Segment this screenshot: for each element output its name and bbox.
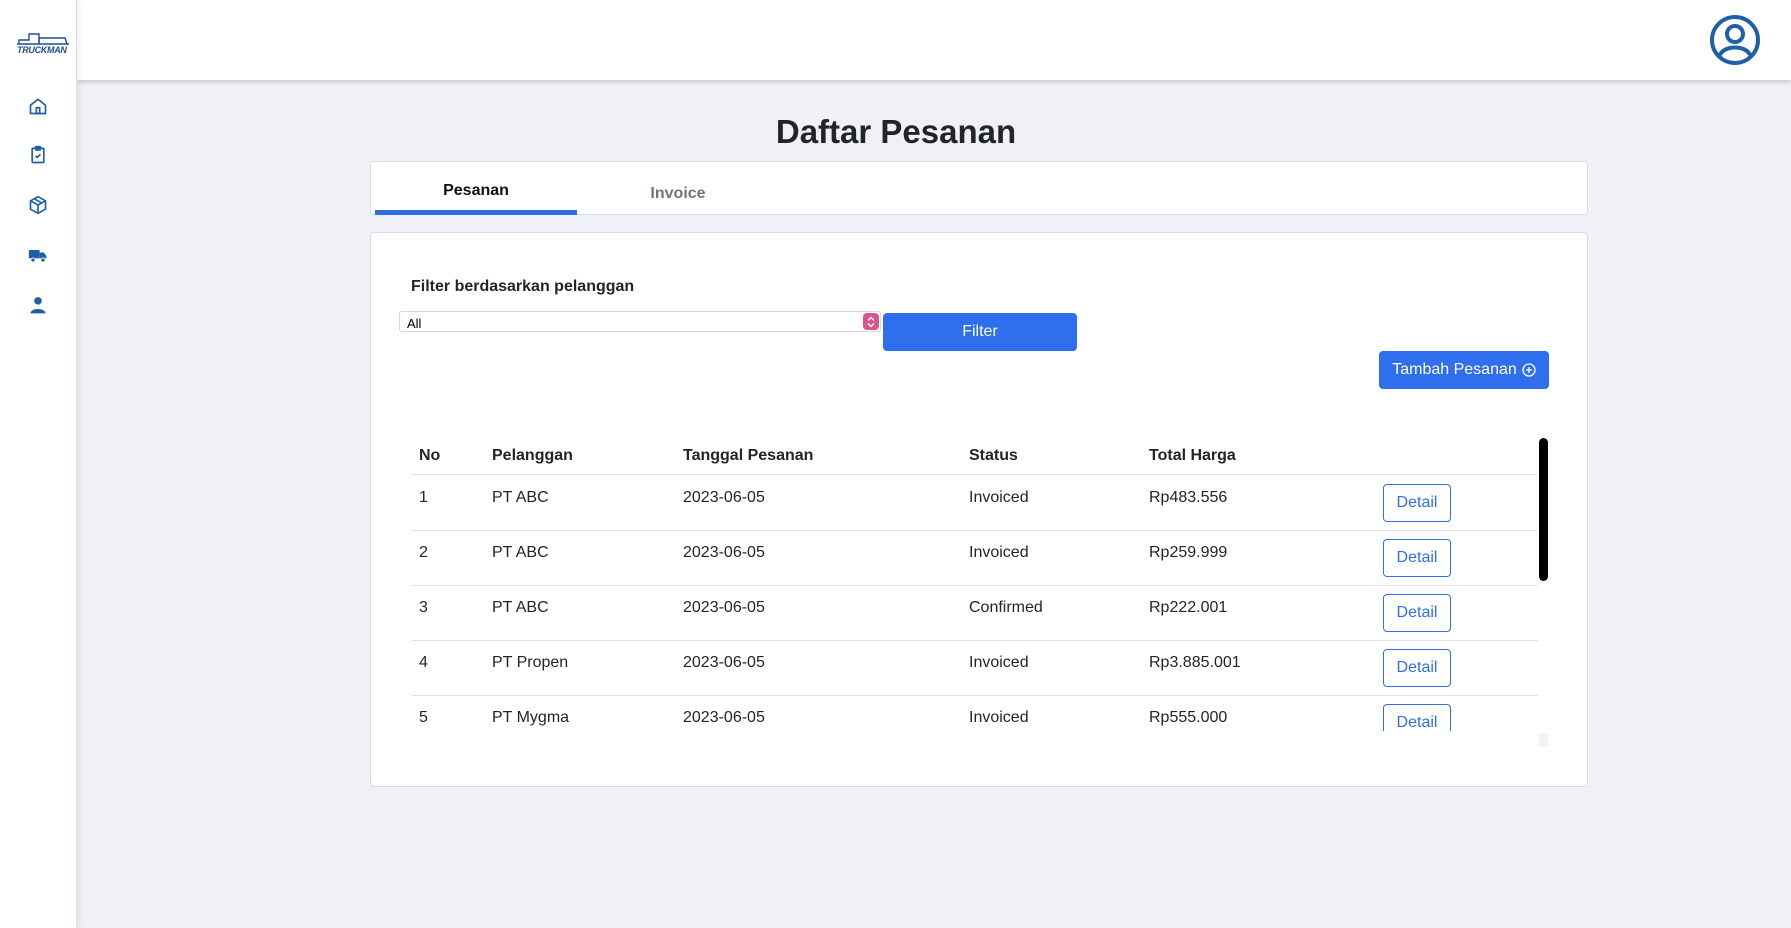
row-status: Invoiced xyxy=(969,654,1029,671)
row-no: 4 xyxy=(419,654,428,671)
user-circle-icon xyxy=(1710,15,1760,65)
row-pelanggan: PT ABC xyxy=(492,544,549,561)
row-tanggal: 2023-06-05 xyxy=(683,599,765,616)
row-no: 3 xyxy=(419,599,428,616)
header-status: Status xyxy=(969,447,1018,464)
add-order-button[interactable]: Tambah Pesanan xyxy=(1379,351,1549,389)
tab-pesanan-label: Pesanan xyxy=(443,182,509,199)
row-pelanggan: PT ABC xyxy=(492,489,549,506)
detail-button[interactable]: Detail xyxy=(1383,649,1451,687)
row-pelanggan: PT Mygma xyxy=(492,709,570,726)
row-no: 2 xyxy=(419,544,428,561)
header-pelanggan: Pelanggan xyxy=(492,447,573,464)
active-tab-indicator xyxy=(375,210,577,215)
table-scrollbar-thumb[interactable] xyxy=(1539,438,1548,581)
truckman-logo[interactable]: TRUCKMAN xyxy=(15,30,71,60)
tab-invoice-label: Invoice xyxy=(650,185,706,202)
row-total: Rp3.885.001 xyxy=(1149,654,1241,671)
detail-button[interactable]: Detail xyxy=(1383,594,1451,632)
table-header: No Pelanggan Tanggal Pesanan Status Tota… xyxy=(411,431,1538,475)
customer-select[interactable]: All xyxy=(399,311,881,332)
row-no: 5 xyxy=(419,709,428,726)
filter-label: Filter berdasarkan pelanggan xyxy=(411,278,635,295)
tab-pesanan[interactable]: Pesanan xyxy=(375,162,577,215)
sidebar-item-trucks[interactable] xyxy=(26,243,50,267)
top-bar xyxy=(77,0,1791,80)
row-pelanggan: PT ABC xyxy=(492,599,549,616)
detail-button[interactable]: Detail xyxy=(1383,484,1451,522)
page-title: Daftar Pesanan xyxy=(775,113,1017,150)
user-icon xyxy=(30,297,46,314)
detail-button[interactable]: Detail xyxy=(1383,704,1451,731)
table-row: 3 PT ABC 2023-06-05 Confirmed Rp222.001 … xyxy=(411,586,1538,641)
clipboard-check-icon xyxy=(31,145,45,164)
sidebar-item-packages[interactable] xyxy=(26,193,50,217)
row-tanggal: 2023-06-05 xyxy=(683,654,765,671)
filter-button[interactable]: Filter xyxy=(883,313,1077,351)
home-icon xyxy=(29,98,47,115)
row-tanggal: 2023-06-05 xyxy=(683,544,765,561)
sidebar-item-orders[interactable] xyxy=(26,143,50,167)
tabs-card: Pesanan Invoice xyxy=(370,161,1588,215)
sidebar-item-users[interactable] xyxy=(26,293,50,317)
sidebar-item-home[interactable] xyxy=(26,94,50,118)
row-status: Invoiced xyxy=(969,709,1029,726)
row-tanggal: 2023-06-05 xyxy=(683,489,765,506)
tab-invoice[interactable]: Invoice xyxy=(577,162,779,215)
customer-select-value: All xyxy=(407,316,422,331)
row-total: Rp555.000 xyxy=(1149,709,1228,726)
table-row: 5 PT Mygma 2023-06-05 Invoiced Rp555.000… xyxy=(411,696,1538,731)
table-row: 1 PT ABC 2023-06-05 Invoiced Rp483.556 D… xyxy=(411,476,1538,531)
row-total: Rp259.999 xyxy=(1149,544,1228,561)
row-total: Rp483.556 xyxy=(1149,489,1228,506)
truck-icon xyxy=(28,250,47,263)
sidebar: TRUCKMAN xyxy=(0,0,77,928)
header-no: No xyxy=(419,447,441,464)
row-status: Invoiced xyxy=(969,489,1029,506)
detail-button[interactable]: Detail xyxy=(1383,539,1451,577)
row-tanggal: 2023-06-05 xyxy=(683,709,765,726)
header-tanggal: Tanggal Pesanan xyxy=(683,447,814,464)
table-row: 4 PT Propen 2023-06-05 Invoiced Rp3.885.… xyxy=(411,641,1538,696)
table-row: 2 PT ABC 2023-06-05 Invoiced Rp259.999 D… xyxy=(411,531,1538,586)
table-scrollbar-track[interactable] xyxy=(1539,733,1548,747)
select-arrows-icon xyxy=(863,313,879,330)
package-icon xyxy=(29,195,47,215)
row-pelanggan: PT Propen xyxy=(492,654,569,671)
logo-text: TRUCKMAN xyxy=(17,45,67,55)
orders-table: No Pelanggan Tanggal Pesanan Status Tota… xyxy=(411,431,1551,731)
orders-card: Filter berdasarkan pelanggan All Filter … xyxy=(370,232,1588,787)
plus-circle-icon xyxy=(1522,363,1536,377)
profile-avatar-button[interactable] xyxy=(1709,14,1761,66)
row-status: Invoiced xyxy=(969,544,1029,561)
row-total: Rp222.001 xyxy=(1149,599,1228,616)
row-no: 1 xyxy=(419,489,428,506)
row-status: Confirmed xyxy=(969,599,1043,616)
header-total: Total Harga xyxy=(1149,447,1236,464)
add-order-label: Tambah Pesanan xyxy=(1392,361,1517,378)
